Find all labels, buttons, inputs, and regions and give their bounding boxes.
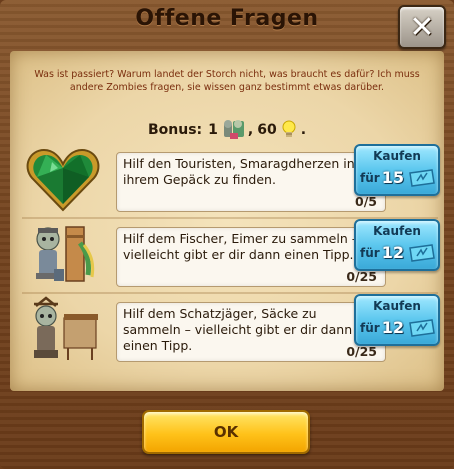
quest-progress: 0/25 <box>346 344 377 359</box>
bonus-label: Bonus: <box>147 122 203 138</box>
buy-price-value: 12 <box>381 318 404 337</box>
quest-row: Hilf dem Fischer, Eimer zu sammeln – vie… <box>22 219 442 291</box>
zombie-mini-icon <box>222 119 244 141</box>
quest-progress: 0/5 <box>355 194 377 209</box>
quest-row: Hilf dem Schatzjäger, Säcke zu sammeln –… <box>22 294 442 366</box>
bonus-separator: , <box>247 122 254 138</box>
quest-text: Hilf dem Fischer, Eimer zu sammeln – vie… <box>123 231 358 262</box>
treasure-hunter-zombie-icon <box>24 296 102 366</box>
close-button[interactable]: ✕ <box>398 5 446 49</box>
quest-description-box: Hilf dem Schatzjäger, Säcke zu sammeln –… <box>116 302 386 362</box>
buy-label: Kaufen <box>373 149 421 163</box>
buy-price: für 12 <box>360 243 436 262</box>
buy-prefix: für <box>360 245 380 260</box>
ticket-icon <box>408 243 436 262</box>
buy-price-value: 12 <box>381 243 404 262</box>
close-icon: ✕ <box>409 9 435 45</box>
quest-text: Hilf den Touristen, Smaragdherzen in ihr… <box>123 156 355 187</box>
buy-prefix: für <box>360 320 380 335</box>
buy-button[interactable]: Kaufen für 12 <box>354 294 440 346</box>
buy-label: Kaufen <box>373 224 421 238</box>
buy-button[interactable]: Kaufen für 12 <box>354 219 440 271</box>
ticket-icon <box>408 168 436 187</box>
dialog-title: Offene Fragen <box>135 6 319 31</box>
fisherman-zombie-icon <box>24 221 102 291</box>
intro-text: Was ist passiert? Warum landet der Storc… <box>34 69 420 93</box>
buy-prefix: für <box>360 170 380 185</box>
quest-text: Hilf dem Schatzjäger, Säcke zu sammeln –… <box>123 306 353 353</box>
buy-button[interactable]: Kaufen für 15 <box>354 144 440 196</box>
bonus-end-mark: . <box>300 122 307 138</box>
buy-price: für 15 <box>360 168 436 187</box>
buy-price-value: 15 <box>381 168 404 187</box>
lightbulb-icon <box>281 120 297 140</box>
buy-price: für 12 <box>360 318 436 337</box>
quest-progress: 0/25 <box>346 269 377 284</box>
ok-button[interactable]: OK <box>142 410 310 454</box>
quest-row: Hilf den Touristen, Smaragdherzen in ihr… <box>22 144 442 216</box>
bonus-row: Bonus: 1 , 60 . <box>0 118 454 142</box>
bonus-xp-value: 60 <box>257 122 277 138</box>
ticket-icon <box>408 318 436 337</box>
emerald-heart-icon <box>24 146 102 216</box>
quest-description-box: Hilf dem Fischer, Eimer zu sammeln – vie… <box>116 227 386 287</box>
bonus-zombie-count: 1 <box>208 122 218 138</box>
buy-label: Kaufen <box>373 299 421 313</box>
quest-description-box: Hilf den Touristen, Smaragdherzen in ihr… <box>116 152 386 212</box>
